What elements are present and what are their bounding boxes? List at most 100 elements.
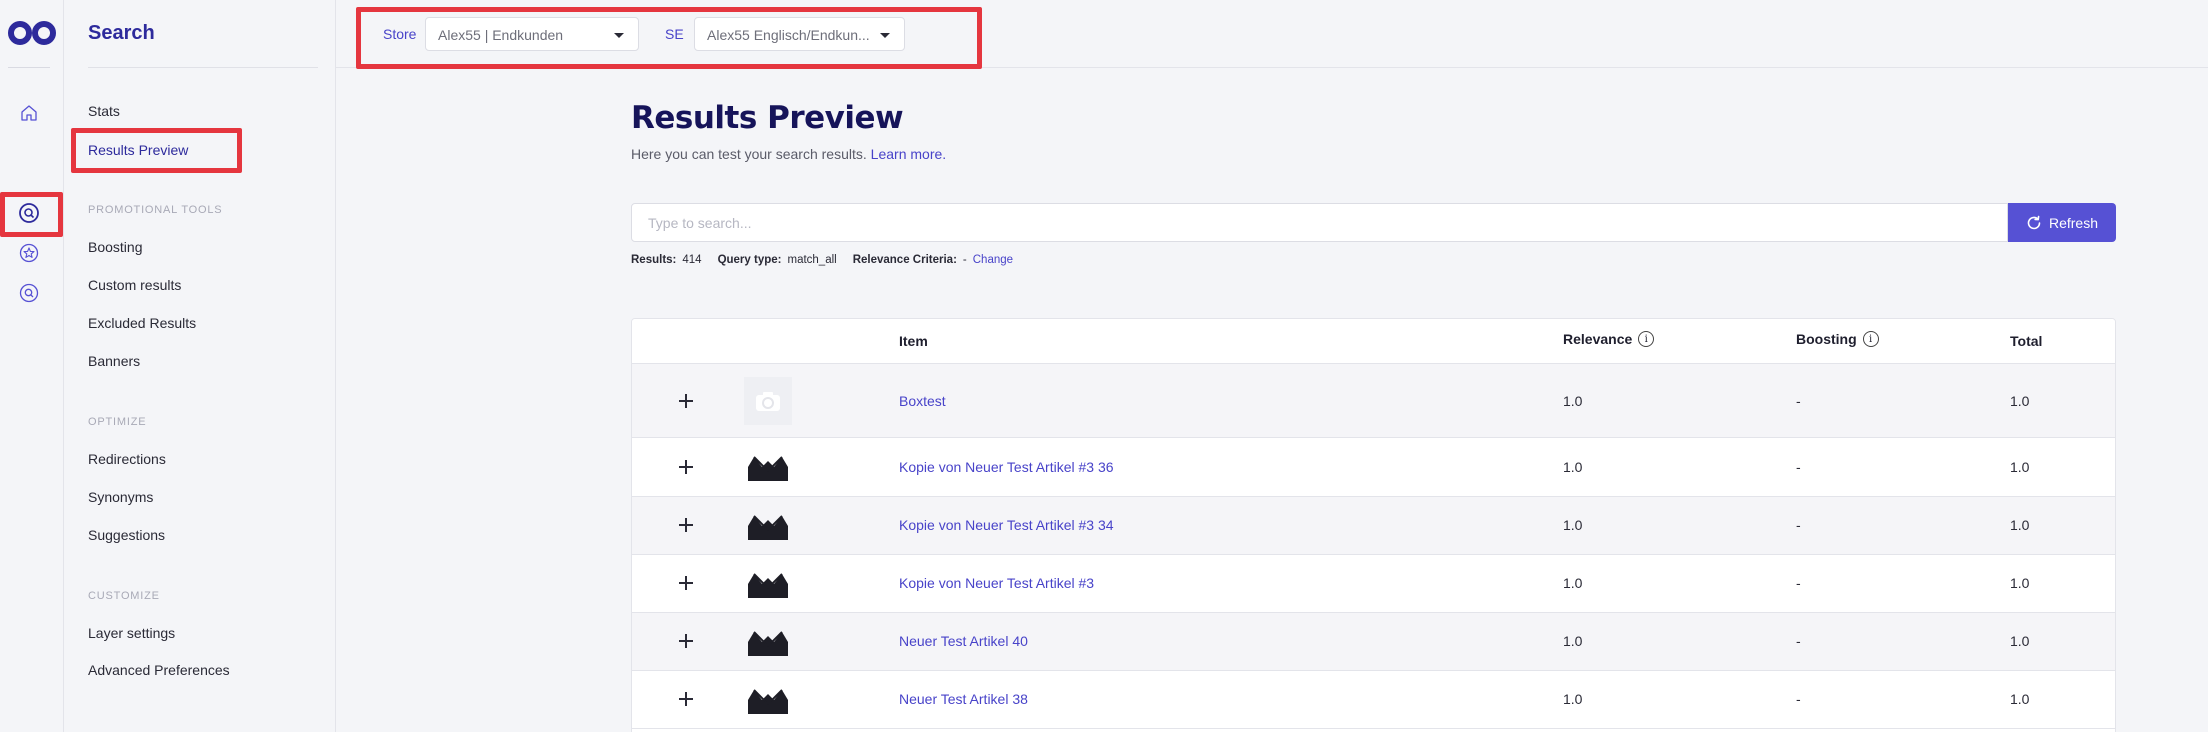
column-header-boosting: Boosting i (1796, 331, 1879, 347)
column-header-item: Item (899, 333, 928, 349)
row-total: 1.0 (2010, 575, 2030, 591)
row-relevance: 1.0 (1563, 517, 1583, 533)
column-header-relevance: Relevance i (1563, 331, 1655, 347)
store-label: Store (383, 26, 417, 42)
sidebar-item-results-preview[interactable]: Results Preview (88, 142, 188, 158)
row-relevance: 1.0 (1563, 575, 1583, 591)
row-relevance: 1.0 (1563, 691, 1583, 707)
column-header-boosting-label: Boosting (1796, 331, 1857, 347)
column-header-total-label: Total (2010, 333, 2043, 349)
sidebar-divider (88, 67, 318, 68)
row-item-link[interactable]: Boxtest (899, 393, 946, 409)
search-engine-select[interactable]: Alex55 Englisch/Endkun... (694, 17, 905, 51)
relevance-criteria-value: - (962, 254, 967, 266)
add-icon[interactable] (676, 391, 696, 411)
row-relevance: 1.0 (1563, 459, 1583, 475)
search-alt-icon[interactable] (17, 281, 41, 305)
table-row: Kopie von Neuer Test Artikel #3 34 1.0 -… (632, 497, 2115, 555)
rail-divider (8, 67, 50, 68)
results-meta: Results: 414 Query type: match_all Relev… (631, 254, 1013, 266)
sidebar-item-layer-settings[interactable]: Layer settings (88, 625, 175, 641)
logo-icon[interactable] (7, 20, 57, 46)
bra-product-image (748, 573, 788, 598)
se-label: SE (665, 26, 684, 42)
row-boosting: - (1796, 575, 1801, 591)
row-item-link[interactable]: Kopie von Neuer Test Artikel #3 (899, 575, 1094, 591)
row-boosting: - (1796, 393, 1801, 409)
sidebar-item-synonyms[interactable]: Synonyms (88, 489, 153, 505)
add-icon[interactable] (676, 457, 696, 477)
column-header-relevance-label: Relevance (1563, 331, 1633, 347)
page-title: Results Preview (631, 100, 904, 136)
results-count-label: Results: (631, 254, 677, 266)
column-header-item-label: Item (899, 333, 928, 349)
table-row: Neuer Test Artikel 38 1.0 - 1.0 (632, 671, 2115, 729)
learn-more-link[interactable]: Learn more. (871, 146, 946, 162)
row-item-link[interactable]: Neuer Test Artikel 40 (899, 633, 1028, 649)
search-input[interactable] (631, 203, 2008, 242)
row-total: 1.0 (2010, 393, 2030, 409)
row-total: 1.0 (2010, 517, 2030, 533)
column-header-total: Total (2010, 333, 2042, 349)
row-item-link[interactable]: Kopie von Neuer Test Artikel #3 34 (899, 517, 1114, 533)
row-total: 1.0 (2010, 633, 2030, 649)
table-row: Kopie von Neuer Test Artikel #3 1.0 - 1.… (632, 555, 2115, 613)
table-row: Kopie von Neuer Test Artikel #3 36 1.0 -… (632, 438, 2115, 497)
row-boosting: - (1796, 633, 1801, 649)
row-relevance: 1.0 (1563, 393, 1583, 409)
sidebar-item-redirections[interactable]: Redirections (88, 451, 166, 467)
section-title-customize: CUSTOMIZE (88, 590, 160, 602)
table-header: Item Relevance i Boosting i Total (632, 319, 2115, 364)
bra-product-image (748, 631, 788, 656)
info-icon[interactable]: i (1638, 331, 1655, 347)
top-bar: Store Alex55 | Endkunden SE Alex55 Engli… (336, 0, 2208, 68)
store-select[interactable]: Alex55 | Endkunden (425, 17, 639, 51)
row-total: 1.0 (2010, 459, 2030, 475)
row-item-link[interactable]: Neuer Test Artikel 38 (899, 691, 1028, 707)
table-row: Boxtest 1.0 - 1.0 (632, 364, 2115, 438)
home-icon[interactable] (17, 101, 41, 125)
sidebar-item-advanced-preferences[interactable]: Advanced Preferences (88, 662, 230, 678)
refresh-button-label: Refresh (2048, 214, 2099, 231)
sidebar-item-custom-results[interactable]: Custom results (88, 277, 181, 293)
search-icon[interactable] (17, 201, 41, 225)
row-boosting: - (1796, 517, 1801, 533)
add-icon[interactable] (676, 573, 696, 593)
chevron-down-icon (614, 33, 624, 38)
page-subtitle: Here you can test your search results. L… (631, 146, 946, 162)
row-boosting: - (1796, 459, 1801, 475)
refresh-icon (2027, 215, 2041, 229)
bra-product-image (748, 456, 788, 481)
info-icon[interactable]: i (1862, 331, 1879, 347)
row-relevance: 1.0 (1563, 633, 1583, 649)
section-title-optimize: OPTIMIZE (88, 416, 147, 428)
sidebar-item-stats[interactable]: Stats (88, 103, 120, 119)
icon-rail (0, 0, 64, 732)
sidebar-title: Search (88, 22, 155, 44)
row-boosting: - (1796, 691, 1801, 707)
results-count-value: 414 (682, 254, 702, 266)
section-title-promotional-tools: PROMOTIONAL TOOLS (88, 204, 223, 216)
sidebar-item-banners[interactable]: Banners (88, 353, 140, 369)
store-select-value: Alex55 | Endkunden (438, 27, 564, 43)
bra-product-image (748, 689, 788, 714)
bra-product-image (748, 515, 788, 540)
page-subtitle-text: Here you can test your search results. (631, 146, 867, 162)
row-total: 1.0 (2010, 691, 2030, 707)
sidebar-item-excluded-results[interactable]: Excluded Results (88, 315, 196, 331)
placeholder-icon (744, 377, 792, 425)
sidebar-item-suggestions[interactable]: Suggestions (88, 527, 165, 543)
refresh-button[interactable]: Refresh (2008, 203, 2116, 242)
search-engine-select-value: Alex55 Englisch/Endkun... (707, 27, 870, 43)
results-table: Item Relevance i Boosting i Total Boxtes… (631, 318, 2116, 732)
add-icon[interactable] (676, 631, 696, 651)
add-icon[interactable] (676, 689, 696, 709)
query-type-label: Query type: (717, 254, 782, 266)
change-link[interactable]: Change (973, 254, 1013, 266)
add-icon[interactable] (676, 515, 696, 535)
relevance-criteria-label: Relevance Criteria: (852, 254, 957, 266)
table-row: Neuer Test Artikel 40 1.0 - 1.0 (632, 613, 2115, 671)
row-item-link[interactable]: Kopie von Neuer Test Artikel #3 36 (899, 459, 1114, 475)
star-icon[interactable] (17, 241, 41, 265)
sidebar-item-boosting[interactable]: Boosting (88, 239, 142, 255)
